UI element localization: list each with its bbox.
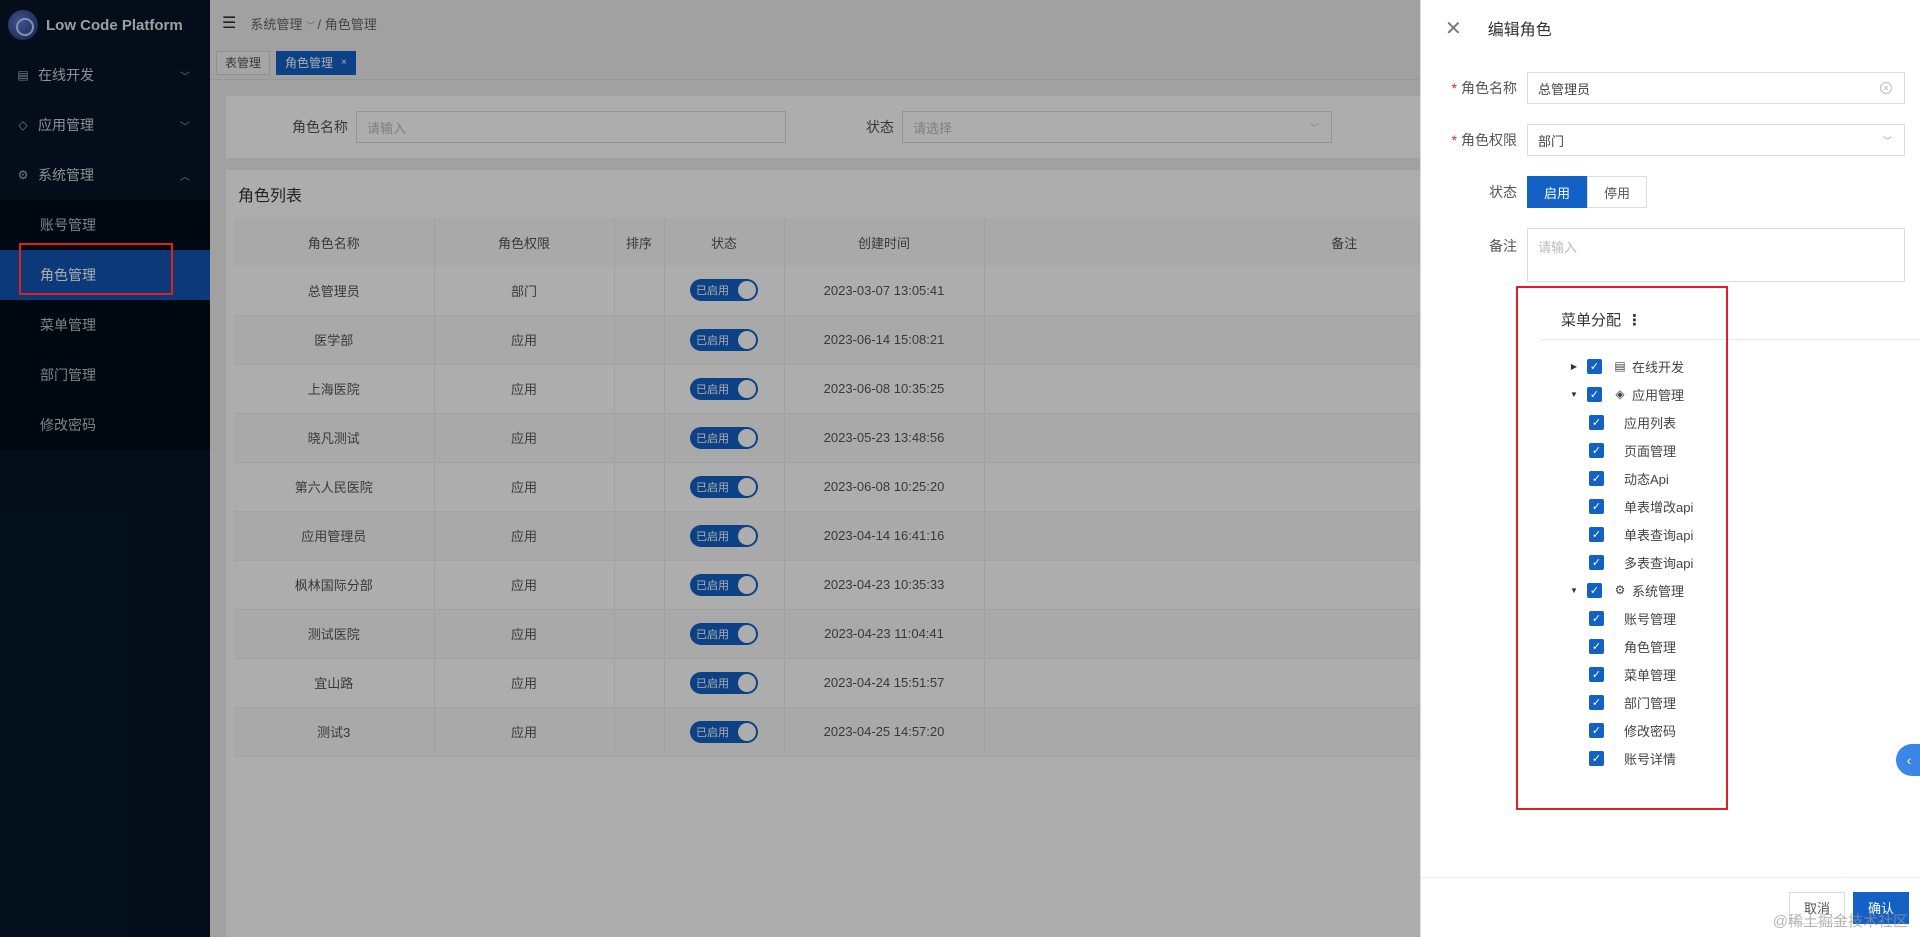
role-name-input[interactable]: 总管理员 × bbox=[1527, 72, 1905, 104]
form-label: 状态 bbox=[1489, 184, 1517, 200]
chevron-left-icon: ‹ bbox=[1906, 752, 1912, 768]
form-label: 备注 bbox=[1489, 238, 1517, 254]
form-label: * 角色权限 bbox=[1421, 130, 1527, 150]
highlight-box-menu-tree bbox=[1516, 286, 1728, 810]
side-toggle-button[interactable]: ‹ bbox=[1896, 744, 1920, 776]
highlight-box-sidebar bbox=[19, 243, 173, 295]
required-mark: * bbox=[1451, 132, 1457, 148]
input-value: 总管理员 bbox=[1538, 81, 1591, 97]
role-permission-select[interactable]: 部门 ﹀ bbox=[1527, 124, 1905, 156]
drawer-header: ✕ 编辑角色 bbox=[1421, 0, 1920, 56]
close-icon[interactable]: ✕ bbox=[1445, 16, 1462, 41]
modal-overlay[interactable] bbox=[0, 0, 1420, 937]
form-label: * 角色名称 bbox=[1421, 78, 1527, 98]
clear-icon[interactable]: × bbox=[1880, 82, 1892, 94]
note-textarea[interactable]: 请输入 bbox=[1527, 228, 1905, 282]
form-row-role-name: * 角色名称 总管理员 × bbox=[1421, 72, 1920, 104]
required-mark: * bbox=[1451, 80, 1457, 96]
placeholder: 请输入 bbox=[1538, 240, 1578, 255]
status-disable-button[interactable]: 停用 bbox=[1587, 176, 1647, 208]
label-text: 角色名称 bbox=[1461, 80, 1517, 96]
form-row-role-permission: * 角色权限 部门 ﹀ bbox=[1421, 124, 1920, 156]
form-row-status: 状态 启用 停用 bbox=[1421, 176, 1920, 208]
status-toggle-group: 启用 停用 bbox=[1527, 176, 1647, 208]
form-row-note: 备注 请输入 bbox=[1421, 228, 1920, 282]
chevron-down-icon: ﹀ bbox=[1882, 135, 1892, 146]
watermark: @稀土掘金技术社区 bbox=[1772, 913, 1908, 930]
drawer-title: 编辑角色 bbox=[1487, 22, 1552, 39]
select-value: 部门 bbox=[1538, 133, 1565, 149]
label-text: 角色权限 bbox=[1461, 132, 1517, 148]
status-enable-button[interactable]: 启用 bbox=[1527, 176, 1587, 208]
